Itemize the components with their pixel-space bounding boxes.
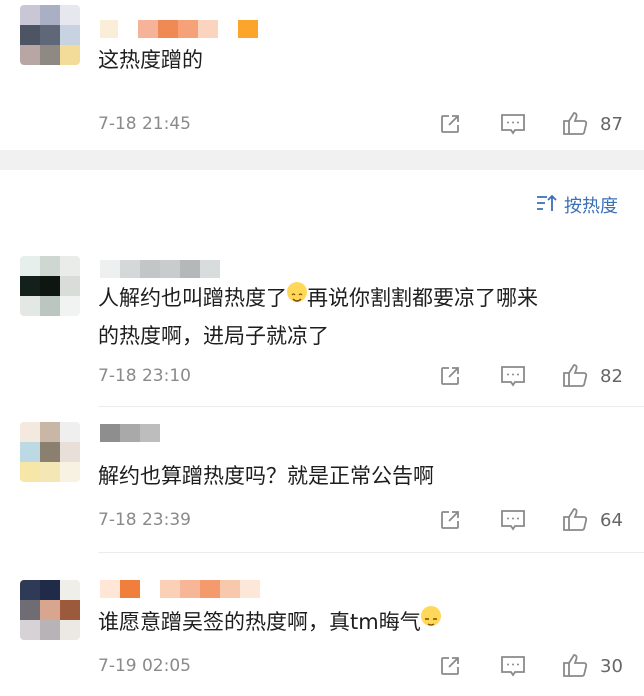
emoji-icon: [287, 282, 307, 302]
username-blurred[interactable]: [100, 580, 260, 598]
like-icon[interactable]: [562, 506, 590, 532]
comment-time: 7-18 21:45: [98, 114, 191, 134]
avatar[interactable]: [20, 5, 80, 65]
section-divider: [0, 150, 644, 170]
like-count: 87: [600, 114, 623, 135]
comment-divider: [98, 552, 644, 553]
sort-icon: [536, 193, 558, 218]
like-icon[interactable]: [562, 362, 590, 388]
like-count: 30: [600, 656, 623, 677]
sort-label: 按热度: [564, 196, 618, 217]
comment-time: 7-18 23:10: [98, 366, 191, 386]
username-blurred[interactable]: [100, 260, 220, 278]
like-icon[interactable]: [562, 110, 590, 136]
comment-text: 谁愿意蹭吴签的热度啊，真tm晦气: [98, 604, 441, 640]
comment-icon[interactable]: [500, 112, 526, 136]
comment-text-line2: 的热度啊，进局子就凉了: [98, 324, 329, 348]
like-count: 82: [600, 366, 623, 387]
comment-time: 7-19 02:05: [98, 656, 191, 676]
like-count: 64: [600, 510, 623, 531]
comment-icon[interactable]: [500, 654, 526, 678]
share-icon[interactable]: [438, 364, 462, 388]
comment-icon[interactable]: [500, 508, 526, 532]
avatar[interactable]: [20, 580, 80, 640]
username-blurred[interactable]: [100, 20, 258, 38]
emoji-icon: [420, 606, 441, 626]
avatar[interactable]: [20, 256, 80, 316]
avatar[interactable]: [20, 422, 80, 482]
comment-text: 人解约也叫蹭热度了 再说你割割都要凉了哪来: [98, 280, 538, 316]
share-icon[interactable]: [438, 654, 462, 678]
comment-text: 解约也算蹭热度吗？就是正常公告啊: [98, 464, 434, 488]
like-icon[interactable]: [562, 652, 590, 678]
share-icon[interactable]: [438, 112, 462, 136]
share-icon[interactable]: [438, 508, 462, 532]
comment-time: 7-18 23:39: [98, 510, 191, 530]
comment-divider: [98, 406, 644, 407]
comment-icon[interactable]: [500, 364, 526, 388]
sort-button[interactable]: 按热度: [536, 192, 618, 218]
comment-text: 这热度蹭的: [98, 48, 203, 72]
username-blurred[interactable]: [100, 424, 160, 442]
